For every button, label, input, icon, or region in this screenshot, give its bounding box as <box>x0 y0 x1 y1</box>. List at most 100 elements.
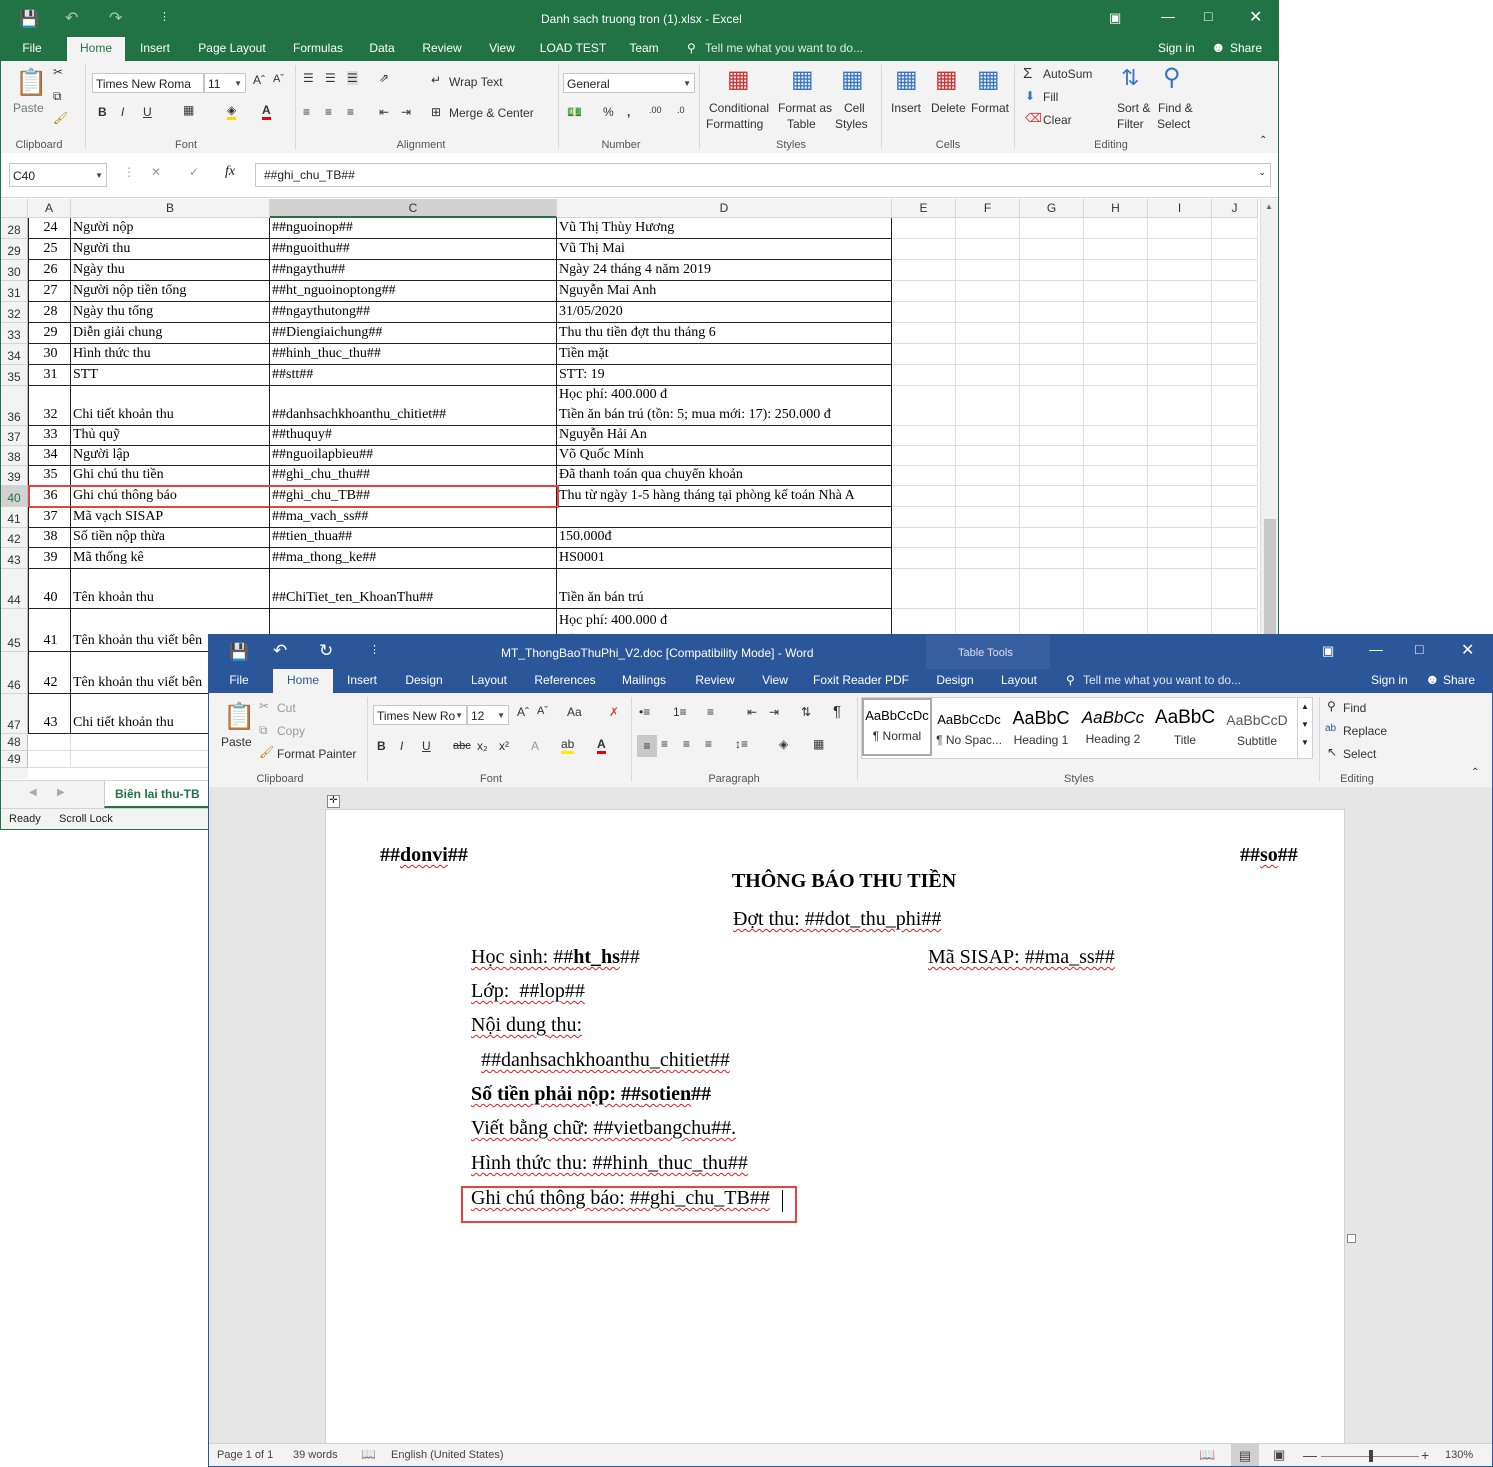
cell-f43[interactable] <box>956 548 1020 569</box>
cell-b30[interactable]: Ngày thu <box>71 260 270 281</box>
replace-button[interactable]: Replace <box>1343 724 1387 738</box>
cell-i31[interactable] <box>1148 281 1212 302</box>
cell-g38[interactable] <box>1020 446 1084 466</box>
tab-insert[interactable]: Insert <box>133 37 177 61</box>
cell-b39[interactable]: Ghi chú thu tiền <box>71 466 270 486</box>
cell-e39[interactable] <box>892 466 956 486</box>
underline-button[interactable]: U <box>143 105 152 119</box>
paste-icon[interactable]: 📋 <box>223 701 255 732</box>
cell-c29[interactable]: ##nguoithu## <box>270 239 557 260</box>
cell-a45[interactable]: 41 <box>28 609 71 652</box>
tab-references[interactable]: References <box>529 669 601 693</box>
cell-i39[interactable] <box>1148 466 1212 486</box>
undo-icon[interactable]: ↶ <box>65 8 78 28</box>
sheet-tab-bien-lai[interactable]: Biên lai thu-TB <box>104 781 214 808</box>
zoom-out-icon[interactable]: — <box>1303 1447 1317 1463</box>
cell-f28[interactable] <box>956 218 1020 239</box>
sign-in-link[interactable]: Sign in <box>1371 673 1408 687</box>
clear-formatting-icon[interactable]: ✗ <box>609 705 619 719</box>
cell-d32[interactable]: 31/05/2020 <box>557 302 892 323</box>
cell-h43[interactable] <box>1084 548 1148 569</box>
row-header[interactable]: 31 <box>1 281 28 302</box>
maximize-icon[interactable]: □ <box>1415 641 1423 657</box>
cell-i38[interactable] <box>1148 446 1212 466</box>
tab-home[interactable]: Home <box>273 669 333 693</box>
cell-e41[interactable] <box>892 507 956 528</box>
prev-sheet-icon[interactable]: ◀ <box>29 787 37 798</box>
cell-g43[interactable] <box>1020 548 1084 569</box>
cell-g37[interactable] <box>1020 426 1084 446</box>
cell-b29[interactable]: Người thu <box>71 239 270 260</box>
cell-g36[interactable] <box>1020 386 1084 426</box>
cell-d28[interactable]: Vũ Thị Thùy Hương <box>557 218 892 239</box>
read-mode-icon[interactable]: 📖 <box>1199 1447 1215 1463</box>
cell-i33[interactable] <box>1148 323 1212 344</box>
row-header[interactable]: 30 <box>1 260 28 281</box>
cell-c33[interactable]: ##Diengiaichung## <box>270 323 557 344</box>
column-header-c[interactable]: C <box>270 199 557 218</box>
format-painter-button[interactable]: Format Painter <box>277 747 356 761</box>
italic-button[interactable]: I <box>400 739 403 753</box>
cell-a47[interactable]: 43 <box>28 694 71 734</box>
cell-c30[interactable]: ##ngaythu## <box>270 260 557 281</box>
cell-a42[interactable]: 38 <box>28 528 71 548</box>
status-language[interactable]: English (United States) <box>391 1449 504 1461</box>
cell-j35[interactable] <box>1212 365 1258 386</box>
row-header[interactable]: 38 <box>1 446 28 466</box>
cell-i40[interactable] <box>1148 486 1212 507</box>
font-color-icon[interactable]: A <box>262 103 271 120</box>
cell-g42[interactable] <box>1020 528 1084 548</box>
cell-h44[interactable] <box>1084 569 1148 609</box>
row-header[interactable]: 39 <box>1 466 28 486</box>
cell-e32[interactable] <box>892 302 956 323</box>
cell-a32[interactable]: 28 <box>28 302 71 323</box>
cell-h34[interactable] <box>1084 344 1148 365</box>
cell-e35[interactable] <box>892 365 956 386</box>
italic-button[interactable]: I <box>121 105 124 119</box>
row-header[interactable]: 46 <box>1 652 28 694</box>
cell-d35[interactable]: STT: 19 <box>557 365 892 386</box>
cell-g28[interactable] <box>1020 218 1084 239</box>
align-center-icon[interactable]: ≡ <box>325 105 332 119</box>
cell-b36[interactable]: Chi tiết khoản thu <box>71 386 270 426</box>
cell-b33[interactable]: Diễn giải chung <box>71 323 270 344</box>
maximize-icon[interactable]: □ <box>1204 8 1212 24</box>
clear-button[interactable]: Clear <box>1043 113 1072 127</box>
cell-a28[interactable]: 24 <box>28 218 71 239</box>
justify-icon[interactable]: ≡ <box>705 737 712 751</box>
cancel-icon[interactable]: ✕ <box>151 165 161 179</box>
column-header-e[interactable]: E <box>892 199 956 218</box>
tab-team[interactable]: Team <box>621 37 667 61</box>
cell-h39[interactable] <box>1084 466 1148 486</box>
tab-table-layout[interactable]: Layout <box>995 669 1043 693</box>
cell-a33[interactable]: 29 <box>28 323 71 344</box>
cell-f36[interactable] <box>956 386 1020 426</box>
cell-e28[interactable] <box>892 218 956 239</box>
select-all-corner[interactable] <box>1 199 28 218</box>
cell-a41[interactable]: 37 <box>28 507 71 528</box>
cell-h41[interactable] <box>1084 507 1148 528</box>
cell-c31[interactable]: ##ht_nguoinoptong## <box>270 281 557 302</box>
formula-input[interactable]: ##ghi_chu_TB## ⌄ <box>255 163 1271 187</box>
decrease-indent-icon[interactable]: ⇤ <box>379 105 389 119</box>
cell-f35[interactable] <box>956 365 1020 386</box>
font-name-combo[interactable]: Times New Roma <box>92 73 204 93</box>
format-as-table-button[interactable]: Format as <box>778 101 832 115</box>
close-icon[interactable]: ✕ <box>1249 7 1262 27</box>
cell-f33[interactable] <box>956 323 1020 344</box>
row-header[interactable]: 45 <box>1 609 28 652</box>
cell-g35[interactable] <box>1020 365 1084 386</box>
row-header[interactable]: 37 <box>1 426 28 446</box>
select-button[interactable]: Select <box>1343 747 1376 761</box>
cell-e33[interactable] <box>892 323 956 344</box>
zoom-slider-thumb[interactable] <box>1369 1450 1373 1462</box>
cell-j39[interactable] <box>1212 466 1258 486</box>
column-header-i[interactable]: I <box>1148 199 1212 218</box>
tab-view[interactable]: View <box>755 669 795 693</box>
table-move-handle-icon[interactable]: ✛ <box>327 795 340 808</box>
cell-f39[interactable] <box>956 466 1020 486</box>
tab-layout[interactable]: Layout <box>465 669 513 693</box>
row-header[interactable]: 33 <box>1 323 28 344</box>
shading-icon[interactable]: ◈ <box>779 737 788 751</box>
cell-c32[interactable]: ##ngaythutong## <box>270 302 557 323</box>
